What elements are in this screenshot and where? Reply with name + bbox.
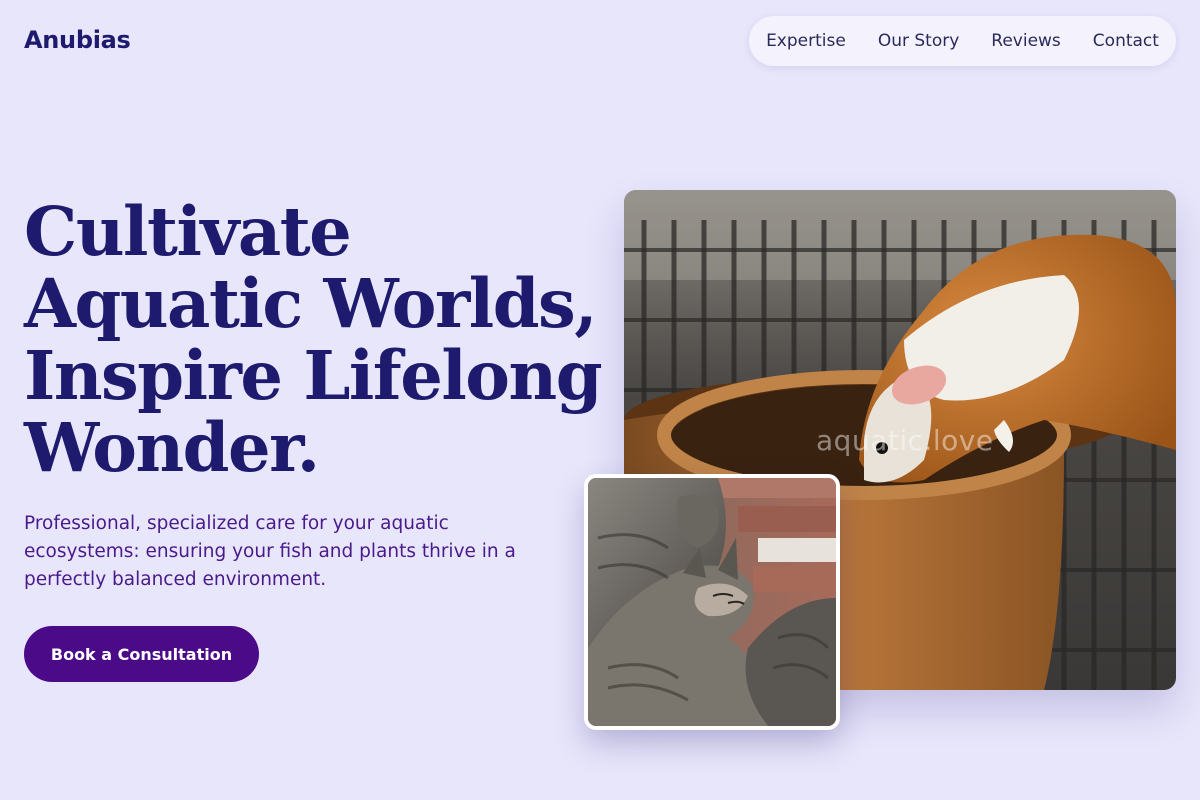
headline-line-4: Wonder. [24,408,320,487]
hero-headline: Cultivate Aquatic Worlds, Inspire Lifelo… [24,196,614,484]
nav-link-contact[interactable]: Contact [1093,31,1159,51]
cats-illustration [588,478,836,726]
nav-link-reviews[interactable]: Reviews [991,31,1061,51]
nav-link-expertise[interactable]: Expertise [766,31,846,51]
nav-link-our-story[interactable]: Our Story [878,31,959,51]
hero-subtext: Professional, specialized care for your … [24,513,516,590]
main-nav: Expertise Our Story Reviews Contact [749,16,1176,66]
headline-line-1: Cultivate [24,192,352,271]
book-consultation-button[interactable]: Book a Consultation [24,626,259,682]
watermark-text: aquatic.love [816,424,994,457]
cats-photo [584,474,840,730]
headline-line-2: Aquatic Worlds, [24,264,598,343]
headline-line-3: Inspire Lifelong [24,336,603,415]
site-logo[interactable]: Anubias [24,26,131,54]
